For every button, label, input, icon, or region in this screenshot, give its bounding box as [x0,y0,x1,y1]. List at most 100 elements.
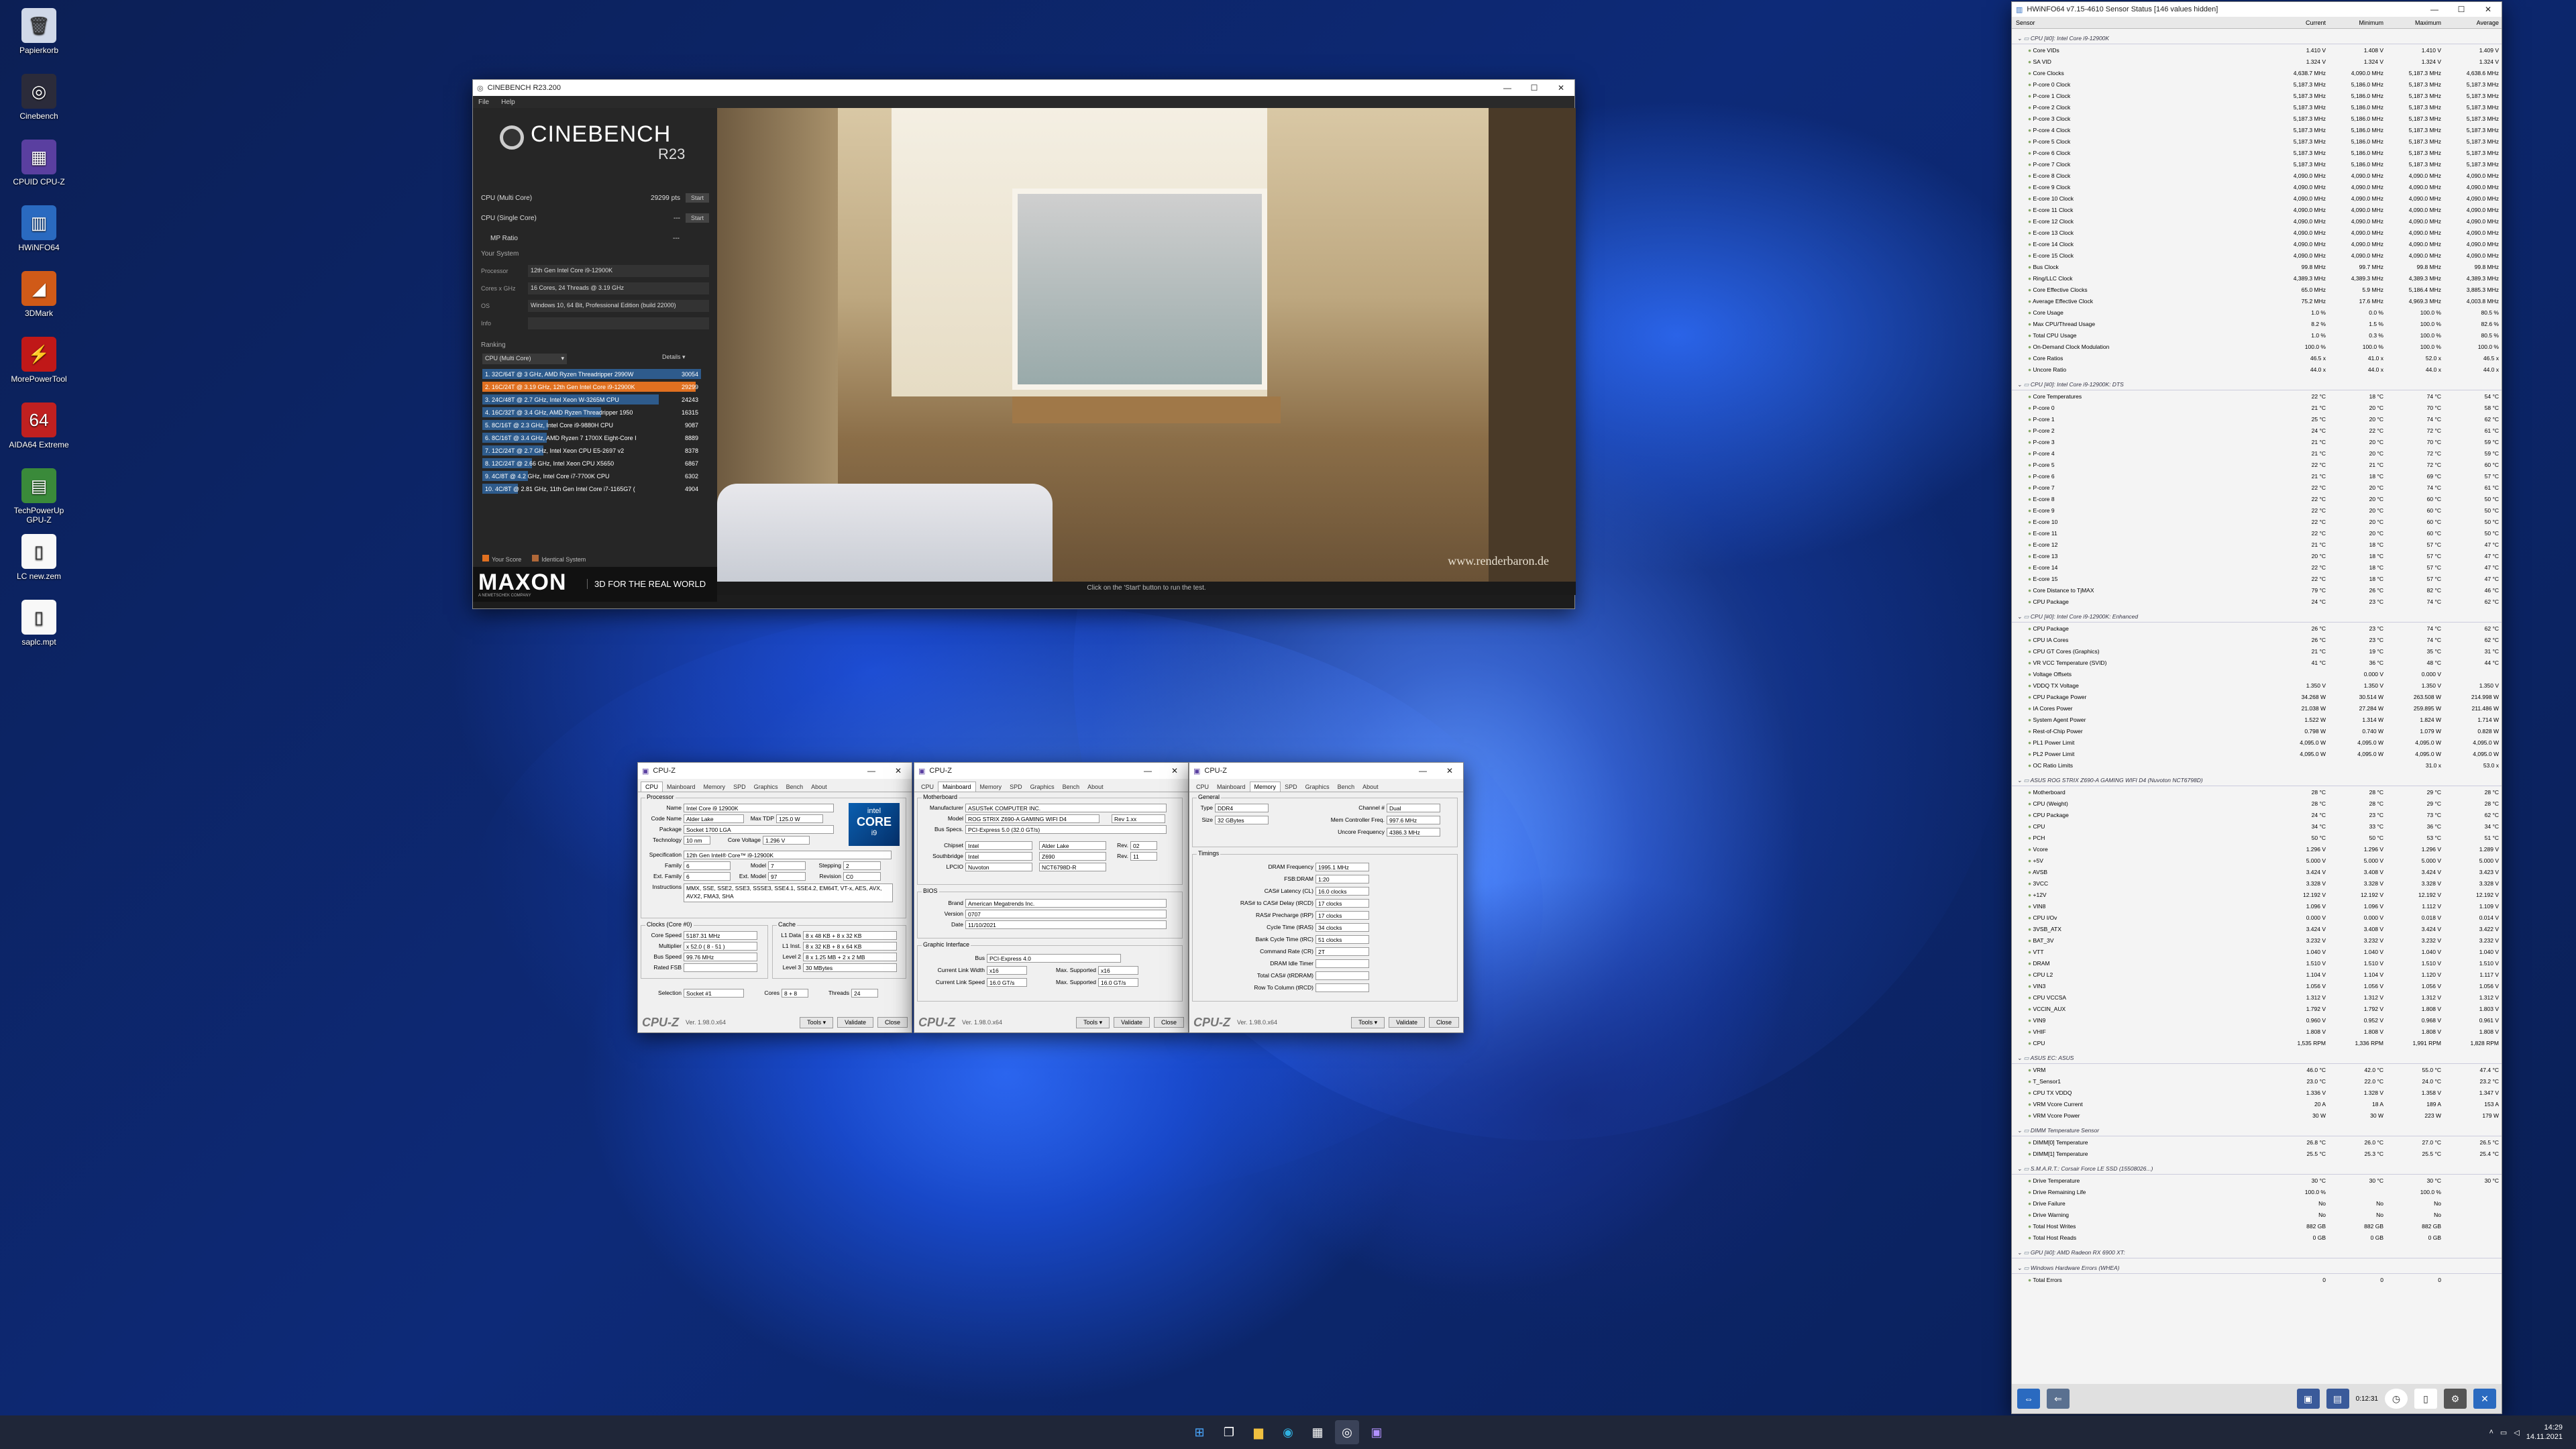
sensor-row[interactable]: ● CPU IA Cores 26 °C 23 °C 74 °C 62 °C [2012,634,2502,645]
desktop-icon[interactable]: 🗑 Papierkorb [5,8,72,55]
tab-about[interactable]: About [807,782,831,792]
sensor-row[interactable]: ● CPU 34 °C 33 °C 36 °C 34 °C [2012,820,2502,832]
layout-icon[interactable]: ▤ [2326,1389,2349,1409]
tab-graphics[interactable]: Graphics [1301,782,1334,792]
sensor-row[interactable]: ● BAT_3V 3.232 V 3.232 V 3.232 V 3.232 V [2012,934,2502,946]
close-icon[interactable]: ✕ [1161,766,1188,775]
close-icon[interactable]: ✕ [2475,5,2502,14]
desktop-icon[interactable]: ◢ 3DMark [5,271,72,318]
sensor-row[interactable]: ● P-core 5 Clock 5,187.3 MHz 5,186.0 MHz 5,… [2012,136,2502,147]
tab-cpu[interactable]: CPU [917,782,938,792]
cpuz-titlebar[interactable]: ▣ CPU-Z — ✕ [914,763,1188,779]
sensor-row[interactable]: ● Drive Warning No No No [2012,1209,2502,1220]
sensor-row[interactable]: ● P-core 2 Clock 5,187.3 MHz 5,186.0 MHz 5,… [2012,101,2502,113]
sensor-row[interactable]: ● Total Host Reads 0 GB 0 GB 0 GB [2012,1232,2502,1243]
desktop-icon[interactable]: ▥ HWiNFO64 [5,205,72,252]
sensor-row[interactable]: ● E-core 10 22 °C 20 °C 60 °C 50 °C [2012,516,2502,527]
tab-about[interactable]: About [1083,782,1108,792]
nav-arrows-2-icon[interactable]: ⇐ [2047,1389,2070,1409]
sensor-row[interactable]: ● VTT 1.040 V 1.040 V 1.040 V 1.040 V [2012,946,2502,957]
cpuz-task-icon[interactable]: ▣ [1364,1420,1389,1444]
start-button[interactable]: Start [685,213,709,223]
chevron-up-icon[interactable]: ˄ [2489,1428,2493,1436]
ranking-row[interactable]: 4. 16C/32T @ 3.4 GHz, AMD Ryzen Threadri… [482,407,701,418]
sensor-row[interactable]: ● Core VIDs 1.410 V 1.408 V 1.410 V 1.409 V [2012,44,2502,56]
sensor-row[interactable]: ● CPU TX VDDQ 1.336 V 1.328 V 1.358 V 1.347 … [2012,1087,2502,1098]
ranking-row[interactable]: 8. 12C/24T @ 2.66 GHz, Intel Xeon CPU X5… [482,458,701,469]
sensor-row[interactable]: ● CPU (Weight) 28 °C 28 °C 29 °C 28 °C [2012,798,2502,809]
sensor-row[interactable]: ● E-core 8 Clock 4,090.0 MHz 4,090.0 MHz 4,… [2012,170,2502,181]
sensor-row[interactable]: ● E-core 13 Clock 4,090.0 MHz 4,090.0 MHz 4… [2012,227,2502,238]
sensor-row[interactable]: ● P-core 4 Clock 5,187.3 MHz 5,186.0 MHz 5,… [2012,124,2502,136]
sensor-row[interactable]: ● Core Usage 1.0 % 0.0 % 100.0 % 80.5 % [2012,307,2502,318]
tab-about[interactable]: About [1358,782,1383,792]
sensor-row[interactable]: ● CPU Package 24 °C 23 °C 73 °C 62 °C [2012,809,2502,820]
sensor-group-row[interactable]: ⌄ ▭ DIMM Temperature Sensor [2012,1125,2502,1136]
close-icon[interactable]: ✕ [2473,1389,2496,1409]
cinebench-titlebar[interactable]: ◎ CINEBENCH R23.200 — ☐ ✕ [473,80,1574,96]
tab-mainboard[interactable]: Mainboard [663,782,700,792]
sensor-row[interactable]: ● P-core 6 21 °C 18 °C 69 °C 57 °C [2012,470,2502,482]
sensor-row[interactable]: ● Drive Temperature 30 °C 30 °C 30 °C 30 °C [2012,1175,2502,1186]
network-icon[interactable]: ▭ [2500,1428,2507,1437]
sensor-row[interactable]: ● Total Errors 0 0 0 [2012,1274,2502,1285]
sensor-row[interactable]: ● 3VCC 3.328 V 3.328 V 3.328 V 3.328 V [2012,877,2502,889]
sensor-row[interactable]: ● P-core 7 22 °C 20 °C 74 °C 61 °C [2012,482,2502,493]
minimize-icon[interactable]: — [2421,5,2448,14]
ranking-row[interactable]: 6. 8C/16T @ 3.4 GHz, AMD Ryzen 7 1700X E… [482,432,701,443]
sensor-row[interactable]: ● Drive Failure No No No [2012,1197,2502,1209]
tab-graphics[interactable]: Graphics [1026,782,1059,792]
minimize-icon[interactable]: — [1409,766,1436,775]
desktop-icon[interactable]: ▯ saplc.mpt [5,600,72,647]
report-icon[interactable]: ▯ [2414,1389,2437,1409]
sensor-row[interactable]: ● Motherboard 28 °C 28 °C 29 °C 28 °C [2012,786,2502,798]
tab-spd[interactable]: SPD [729,782,750,792]
cpuz-window[interactable]: ▣ CPU-Z — ✕ CPU Mainboard Memory SPD Graphics Ben… [637,762,912,1033]
ranking-row[interactable]: 1. 32C/64T @ 3 GHz, AMD Ryzen Threadripp… [482,368,701,380]
start-button[interactable]: Start [685,193,709,203]
sensor-group-row[interactable]: ⌄ ▭ CPU [#0]: Intel Core i9-12900K: DTS [2012,379,2502,390]
tab-cpu[interactable]: CPU [641,782,663,792]
col-average[interactable]: Average [2444,19,2502,26]
details-button[interactable]: Details ▾ [662,354,686,361]
sensor-row[interactable]: ● PCH 50 °C 50 °C 53 °C 51 °C [2012,832,2502,843]
sensor-row[interactable]: ● CPU Package Power 34.268 W 30.514 W 263.5… [2012,691,2502,702]
sensor-row[interactable]: ● Core Distance to TjMAX 79 °C 26 °C 82 °C 4… [2012,584,2502,596]
ranking-row[interactable]: 3. 24C/48T @ 2.7 GHz, Intel Xeon W-3265M… [482,394,701,405]
ranking-row[interactable]: 5. 8C/16T @ 2.3 GHz, Intel Core i9-9880H… [482,419,701,431]
tools-button[interactable]: Tools ▾ [800,1016,834,1028]
validate-button[interactable]: Validate [837,1017,873,1028]
explorer-icon[interactable]: ▆ [1246,1420,1271,1444]
store-icon[interactable]: ▦ [1305,1420,1330,1444]
tab-bench[interactable]: Bench [1334,782,1359,792]
sensor-row[interactable]: ● Max CPU/Thread Usage 8.2 % 1.5 % 100.0 % 8… [2012,318,2502,329]
network-icon[interactable]: ▣ [2296,1389,2320,1409]
sensor-row[interactable]: ● P-core 6 Clock 5,187.3 MHz 5,186.0 MHz 5,… [2012,147,2502,158]
menu-file[interactable]: File [478,99,489,106]
close-icon[interactable]: ✕ [885,766,912,775]
sensor-row[interactable]: ● CPU VCCSA 1.312 V 1.312 V 1.312 V 1.312 V [2012,991,2502,1003]
sensor-row[interactable]: ● Vcore 1.296 V 1.296 V 1.296 V 1.289 V [2012,843,2502,855]
sensor-row[interactable]: ● P-core 3 Clock 5,187.3 MHz 5,186.0 MHz 5,… [2012,113,2502,124]
sensor-row[interactable]: ● VIN3 1.056 V 1.056 V 1.056 V 1.056 V [2012,980,2502,991]
gear-icon[interactable]: ⚙ [2444,1389,2467,1409]
sensor-row[interactable]: ● E-core 12 Clock 4,090.0 MHz 4,090.0 MHz 4… [2012,215,2502,227]
cpuz-titlebar[interactable]: ▣ CPU-Z — ✕ [1189,763,1463,779]
sensor-row[interactable]: ● Total Host Writes 882 GB 882 GB 882 GB [2012,1220,2502,1232]
sensor-row[interactable]: ● VR VCC Temperature (SVID) 41 °C 36 °C 48 … [2012,657,2502,668]
tab-spd[interactable]: SPD [1281,782,1301,792]
tray-clock[interactable]: 14:29 14.11.2021 [2526,1423,2563,1442]
close-button[interactable]: Close [1153,1017,1184,1028]
sensor-row[interactable]: ● E-core 10 Clock 4,090.0 MHz 4,090.0 MHz 4… [2012,193,2502,204]
sensor-row[interactable]: ● Core Temperatures 22 °C 18 °C 74 °C 54 °C [2012,390,2502,402]
minimize-icon[interactable]: — [1134,766,1161,775]
sensor-row[interactable]: ● Voltage Offsets 0.000 V 0.000 V [2012,668,2502,680]
ranking-select[interactable]: CPU (Multi Core) ▾ [482,354,567,364]
col-sensor[interactable]: Sensor [2012,19,2271,26]
validate-button[interactable]: Validate [1114,1017,1150,1028]
cinebench-task-icon[interactable]: ◎ [1335,1420,1359,1444]
edge-icon[interactable]: ◉ [1276,1420,1300,1444]
sensor-group-row[interactable]: ⌄ ▭ Windows Hardware Errors (WHEA) [2012,1263,2502,1274]
sensor-row[interactable]: ● P-core 2 24 °C 22 °C 72 °C 61 °C [2012,425,2502,436]
menu-help[interactable]: Help [501,99,515,106]
